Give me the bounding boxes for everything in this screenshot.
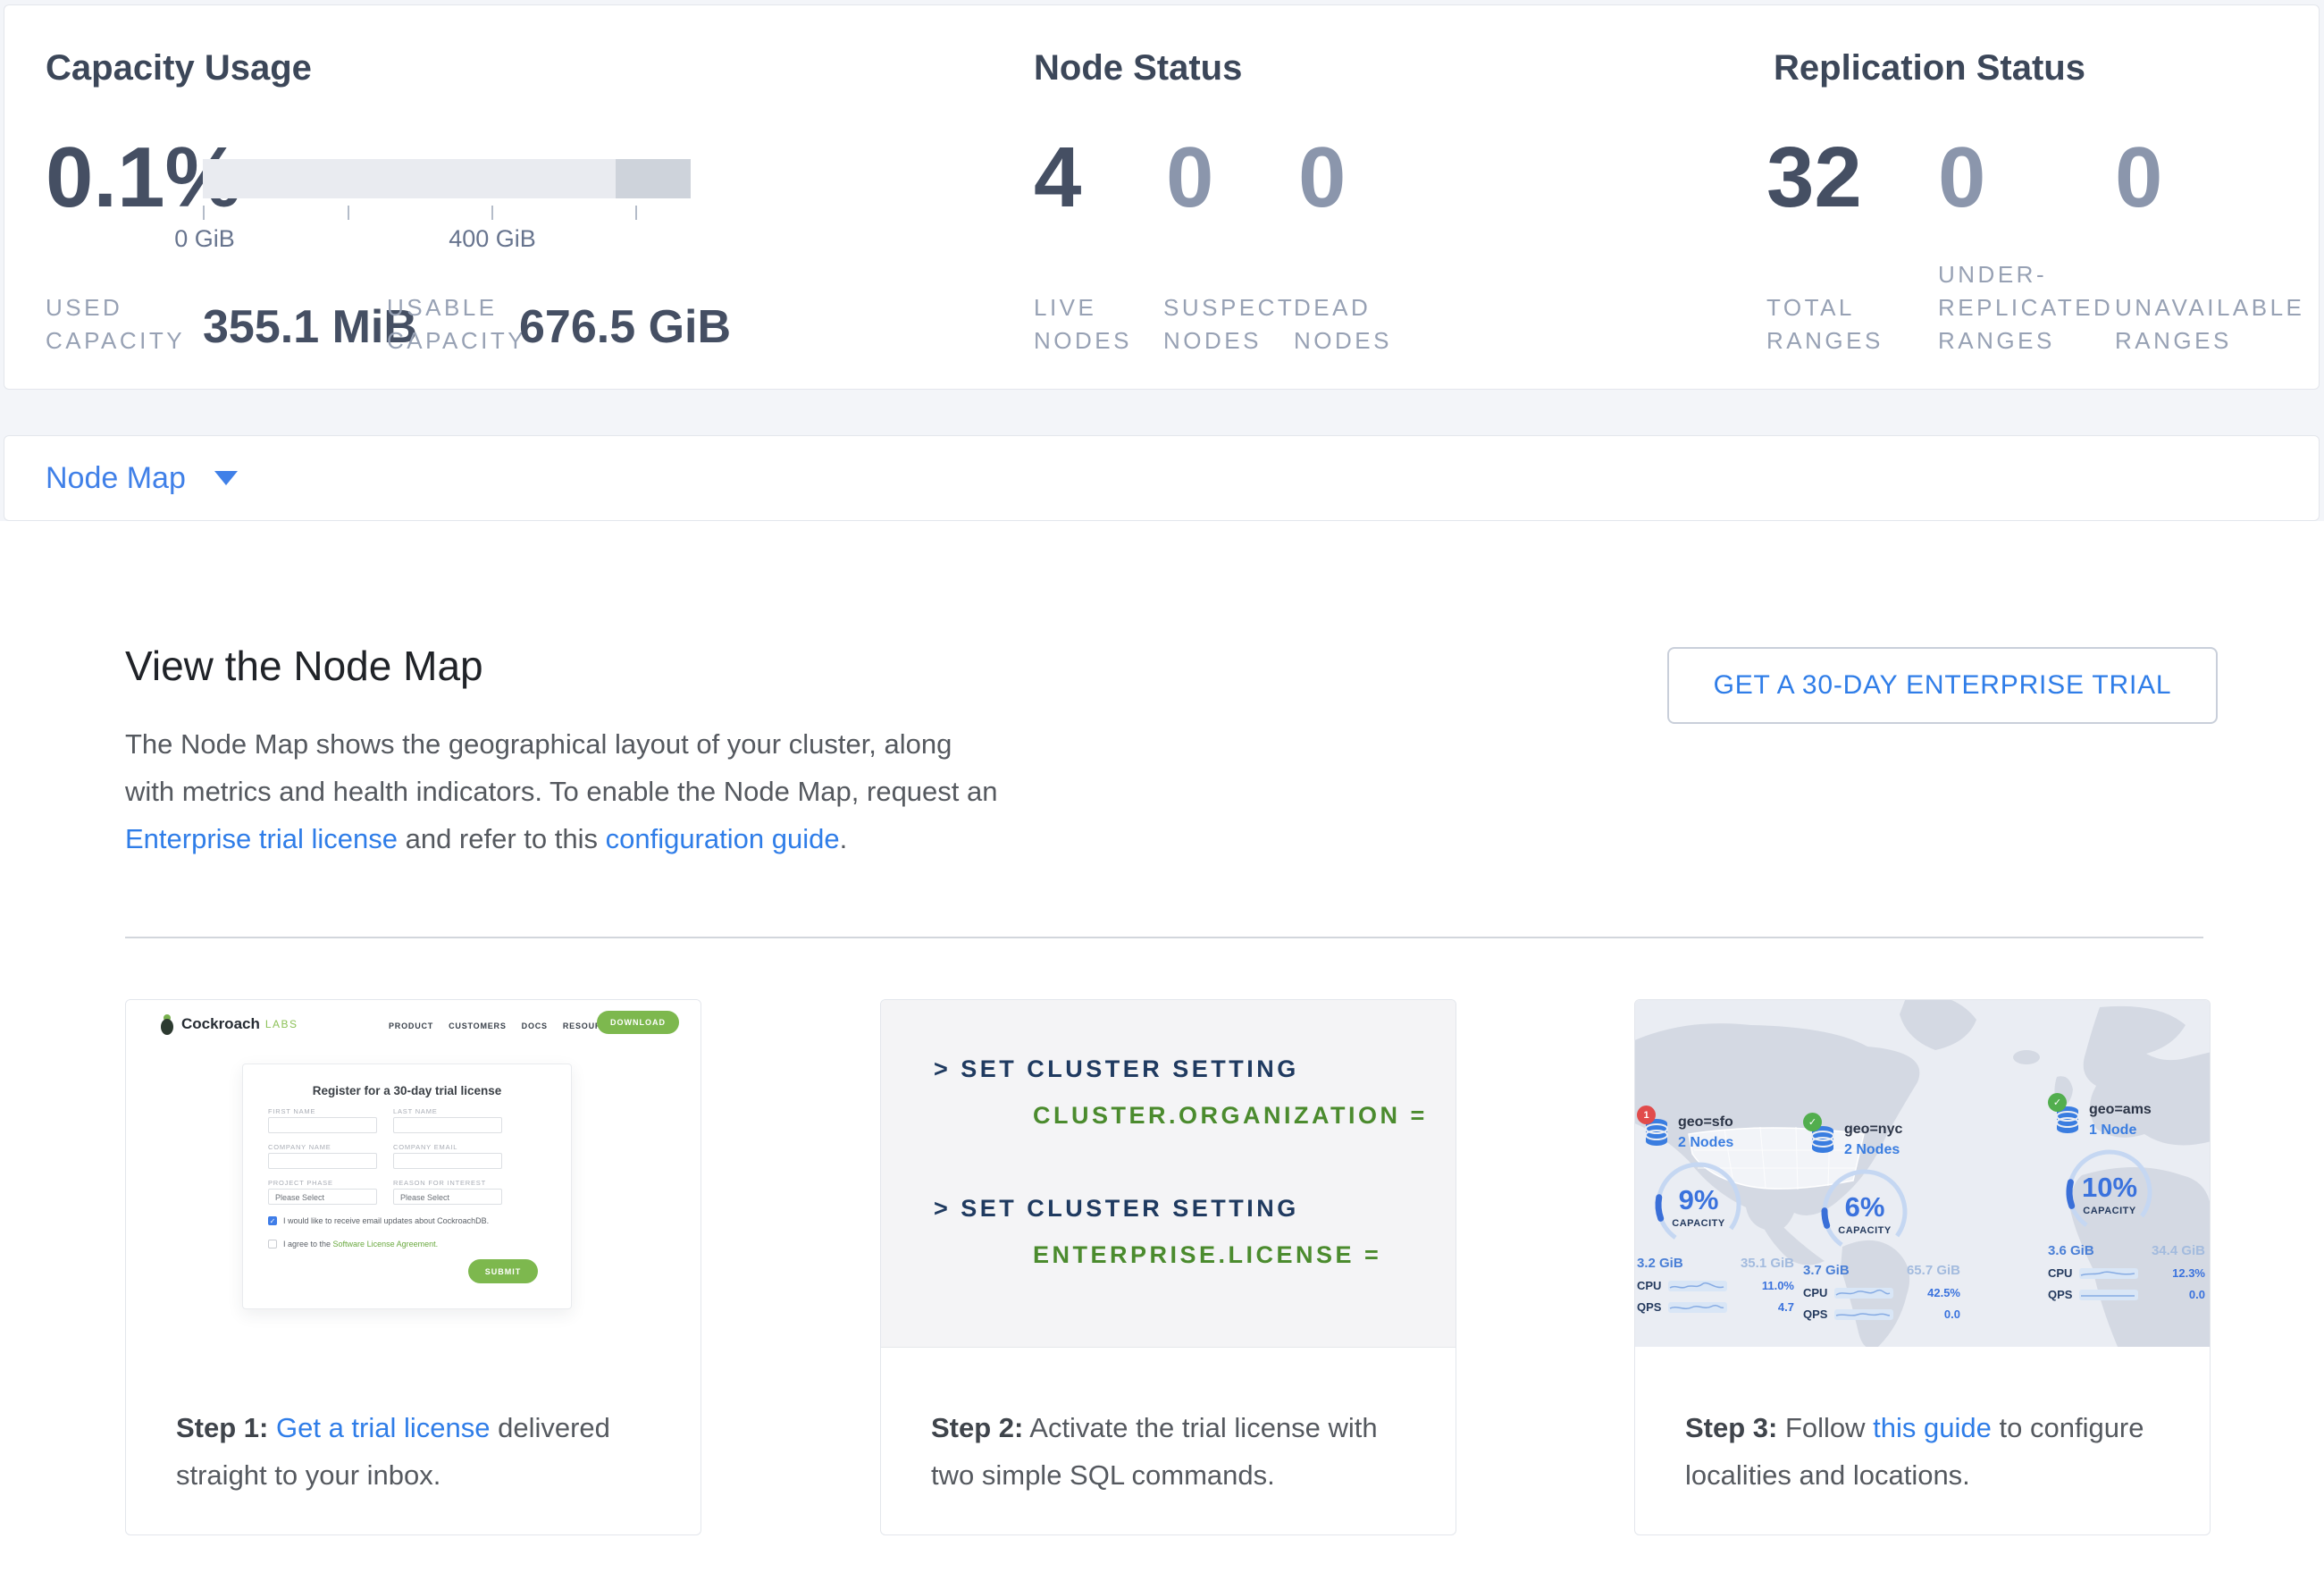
mini-first-name-label: FIRST NAME: [268, 1107, 315, 1115]
under-replicated-count: 0: [1938, 129, 1985, 227]
mini-updates-checkbox-row: ✓ I would like to receive email updates …: [268, 1216, 489, 1225]
chevron-down-icon: [214, 471, 238, 485]
mini-license-link: Software License Agreement.: [333, 1240, 439, 1248]
usable-capacity-value: 676.5 GiB: [519, 300, 731, 354]
intro-paragraph: The Node Map shows the geographical layo…: [125, 720, 1001, 862]
sql-line-2: CLUSTER.ORGANIZATION =: [1033, 1102, 1428, 1130]
cluster-overview-page: Capacity Usage 0.1% 0 GiB 400 GiB USED C…: [0, 0, 2324, 1589]
step3-card: 1 geo=sfo 2 Nodes 9% CAPACITY 3.2 GiB35.…: [1634, 999, 2211, 1535]
step1-card: Cockroach LABS PRODUCT CUSTOMERS DOCS RE…: [125, 999, 701, 1535]
mini-form-title: Register for a 30-day trial license: [243, 1084, 571, 1097]
unchecked-checkbox-icon: [268, 1240, 277, 1248]
step2-card: > SET CLUSTER SETTING CLUSTER.ORGANIZATI…: [880, 999, 1456, 1535]
ok-badge-icon: ✓: [2048, 1093, 2067, 1112]
get-trial-license-link[interactable]: Get a trial license: [276, 1412, 491, 1443]
cpu-sparkline-icon: [1834, 1288, 1893, 1299]
qps-sparkline-icon: [1834, 1309, 1893, 1320]
mini-trial-form: Register for a 30-day trial license FIRS…: [242, 1064, 572, 1309]
cockroach-labs-logo: Cockroach LABS: [158, 1013, 298, 1036]
unavailable-ranges-count: 0: [2115, 129, 2162, 227]
live-nodes-count: 4: [1034, 129, 1081, 227]
usable-capacity-label: USABLE CAPACITY: [387, 291, 526, 357]
section-divider: [125, 937, 2203, 938]
cpu-sparkline-icon: [1668, 1281, 1727, 1291]
mini-reason-label: REASON FOR INTEREST: [393, 1179, 486, 1187]
qps-sparkline-icon: [2079, 1290, 2138, 1300]
cluster-summary-card: Capacity Usage 0.1% 0 GiB 400 GiB USED C…: [4, 4, 2320, 390]
mini-company-email-input: [393, 1153, 502, 1169]
node-map-dropdown[interactable]: Node Map: [4, 435, 2320, 521]
mini-last-name-label: LAST NAME: [393, 1107, 438, 1115]
capacity-tick-label-0: 0 GiB: [174, 225, 235, 253]
unavailable-ranges-label: UNAVAILABLE RANGES: [2115, 291, 2304, 357]
page-title: View the Node Map: [125, 642, 483, 690]
sql-line-4: ENTERPRISE.LICENSE =: [1033, 1241, 1381, 1269]
replication-status-title: Replication Status: [1774, 48, 2085, 88]
ok-badge-icon: ✓: [1803, 1113, 1822, 1131]
error-badge-icon: 1: [1637, 1106, 1656, 1124]
checked-checkbox-icon: ✓: [268, 1216, 277, 1225]
mini-company-name-input: [268, 1153, 377, 1169]
mini-submit-button: SUBMIT: [468, 1259, 538, 1283]
mini-first-name-input: [268, 1117, 377, 1133]
mini-license-checkbox-row: I agree to the Software License Agreemen…: [268, 1240, 438, 1248]
suspect-nodes-label: SUSPECT NODES: [1163, 291, 1295, 357]
dead-nodes-label: DEAD NODES: [1294, 291, 1392, 357]
mini-project-phase-select: Please Select: [268, 1189, 377, 1205]
live-nodes-label: LIVE NODES: [1034, 291, 1132, 357]
step3-text: Step 3: Follow this guide to configure l…: [1685, 1404, 2170, 1499]
enterprise-trial-license-link[interactable]: Enterprise trial license: [125, 823, 398, 854]
used-capacity-label: USED CAPACITY: [46, 291, 185, 357]
mini-reason-select: Please Select: [393, 1189, 502, 1205]
capacity-tick-label-400: 400 GiB: [449, 225, 536, 253]
mini-project-phase-label: PROJECT PHASE: [268, 1179, 333, 1187]
used-capacity-value: 355.1 MiB: [203, 300, 417, 354]
step1-text: Step 1: Get a trial license delivered st…: [176, 1404, 661, 1499]
mini-company-name-label: COMPANY NAME: [268, 1143, 331, 1151]
sql-line-3: > SET CLUSTER SETTING: [934, 1195, 1299, 1223]
total-ranges-count: 32: [1766, 129, 1862, 227]
capacity-tick: [203, 206, 205, 220]
node-map-dropdown-label: Node Map: [46, 461, 186, 496]
cpu-sparkline-icon: [2079, 1268, 2138, 1279]
capacity-tick: [491, 206, 493, 220]
capacity-usage-title: Capacity Usage: [46, 48, 312, 88]
registration-screenshot: Cockroach LABS PRODUCT CUSTOMERS DOCS RE…: [126, 1000, 701, 1347]
mini-download-button: DOWNLOAD: [597, 1011, 679, 1034]
step2-text: Step 2: Activate the trial license with …: [931, 1404, 1416, 1499]
under-replicated-label: UNDER- REPLICATED RANGES: [1938, 258, 2113, 357]
sql-line-1: > SET CLUSTER SETTING: [934, 1055, 1299, 1083]
capacity-bar: [203, 159, 691, 198]
sql-commands-panel: > SET CLUSTER SETTING CLUSTER.ORGANIZATI…: [881, 1000, 1456, 1348]
this-guide-link[interactable]: this guide: [1873, 1412, 1992, 1443]
suspect-nodes-count: 0: [1166, 129, 1213, 227]
node-status-title: Node Status: [1034, 48, 1242, 88]
node-map-preview: 1 geo=sfo 2 Nodes 9% CAPACITY 3.2 GiB35.…: [1635, 1000, 2210, 1347]
mini-nav-item: CUSTOMERS: [449, 1022, 507, 1030]
cockroach-bug-icon: [158, 1013, 176, 1036]
qps-sparkline-icon: [1668, 1302, 1727, 1313]
capacity-tick: [635, 206, 637, 220]
mini-nav-item: PRODUCT: [389, 1022, 433, 1030]
mini-company-email-label: COMPANY EMAIL: [393, 1143, 457, 1151]
capacity-tick: [348, 206, 349, 220]
get-enterprise-trial-button[interactable]: GET A 30-DAY ENTERPRISE TRIAL: [1667, 647, 2218, 724]
mini-nav-item: DOCS: [522, 1022, 548, 1030]
dead-nodes-count: 0: [1298, 129, 1346, 227]
total-ranges-label: TOTAL RANGES: [1766, 291, 1884, 357]
mini-last-name-input: [393, 1117, 502, 1133]
capacity-bar-reserved-segment: [616, 159, 691, 198]
configuration-guide-link[interactable]: configuration guide: [606, 823, 840, 854]
